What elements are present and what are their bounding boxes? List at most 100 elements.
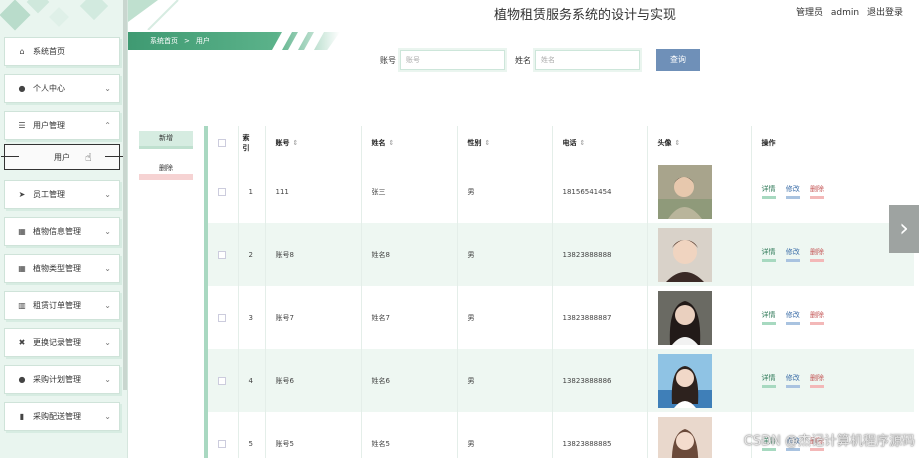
grid-icon: ▦ xyxy=(18,227,26,236)
edit-button[interactable]: 修改 xyxy=(785,247,800,262)
cell-avatar xyxy=(647,223,752,286)
sidebar-item-purchase-plan[interactable]: ● 采购计划管理 ⌄ xyxy=(4,365,120,394)
column-header-name[interactable]: 姓名 ⇕ xyxy=(361,126,458,160)
cell-gender: 男 xyxy=(457,286,553,349)
row-checkbox[interactable] xyxy=(218,439,226,448)
cell-name: 张三 xyxy=(361,160,458,223)
avatar[interactable] xyxy=(657,227,712,282)
breadcrumb-separator: > xyxy=(184,37,190,45)
cell-index: 2 xyxy=(238,223,266,286)
cell-account: 111 xyxy=(265,160,362,223)
select-all-checkbox[interactable] xyxy=(218,139,226,147)
avatar[interactable] xyxy=(657,290,712,345)
sidebar-item-users[interactable]: ☰ 用户管理 ⌃ xyxy=(4,111,120,140)
selection-line xyxy=(1,156,19,157)
account-input[interactable]: 账号 xyxy=(400,50,505,70)
breadcrumb-stripes xyxy=(272,32,324,50)
column-header-index: 索 引 xyxy=(238,126,266,160)
sidebar-item-label: 租赁订单管理 xyxy=(33,301,81,310)
cell-avatar xyxy=(647,349,752,412)
delete-row-button[interactable]: 删除 xyxy=(809,247,824,262)
chevron-right-icon[interactable]: › xyxy=(889,205,919,253)
breadcrumb-home[interactable]: 系统首页 xyxy=(150,36,178,46)
sidebar-item-plant-type[interactable]: ▦ 植物类型管理 ⌄ xyxy=(4,254,120,283)
chevron-down-icon: ⌄ xyxy=(104,412,111,421)
sort-icon[interactable]: ⇕ xyxy=(580,139,586,147)
sidebar-item-staff[interactable]: ➤ 员工管理 ⌄ xyxy=(4,180,120,209)
column-header-avatar[interactable]: 头像 ⇕ xyxy=(647,126,752,160)
sidebar-item-plant-info[interactable]: ▦ 植物信息管理 ⌄ xyxy=(4,217,120,246)
edit-button[interactable]: 修改 xyxy=(785,373,800,388)
sidebar-item-label: 采购配送管理 xyxy=(33,412,81,421)
cell-index: 5 xyxy=(238,412,266,458)
avatar[interactable] xyxy=(657,353,712,408)
chevron-down-icon: ⌄ xyxy=(104,227,111,236)
send-icon: ➤ xyxy=(18,190,26,199)
add-button[interactable]: 新增 xyxy=(139,131,193,149)
cell-index: 4 xyxy=(238,349,266,412)
row-checkbox[interactable] xyxy=(218,250,226,259)
sidebar-menu: ⌂ 系统首页 ● 个人中心 ⌄ ☰ 用户管理 ⌃ 用户 ☝ ➤ 员工管理 ⌄ ▦… xyxy=(1,37,123,439)
role-label: 管理员 xyxy=(796,8,824,18)
sidebar-item-label: 用户管理 xyxy=(33,121,65,130)
name-input[interactable]: 姓名 xyxy=(535,50,640,70)
column-header-gender[interactable]: 性别 ⇕ xyxy=(457,126,553,160)
sidebar-decoration xyxy=(0,0,127,36)
cell-phone: 13823888886 xyxy=(552,349,648,412)
sidebar-item-label: 更换记录管理 xyxy=(33,338,81,347)
detail-button[interactable]: 详情 xyxy=(761,310,776,325)
sidebar-subitem-user[interactable]: 用户 ☝ xyxy=(1,144,123,170)
avatar[interactable] xyxy=(657,164,712,219)
delete-row-button[interactable]: 删除 xyxy=(809,184,824,199)
chevron-down-icon: ⌄ xyxy=(104,301,111,310)
table-row[interactable]: 2 账号8 姓名8 男 13823888888 详情 修改 删除 xyxy=(208,223,914,286)
table-header: 索 引 账号 ⇕ 姓名 ⇕ 性别 ⇕ 电话 ⇕ 头像 ⇕ 操作 xyxy=(208,126,914,160)
edit-button[interactable]: 修改 xyxy=(785,310,800,325)
detail-button[interactable]: 详情 xyxy=(761,184,776,199)
sort-icon[interactable]: ⇕ xyxy=(485,139,491,147)
name-label: 姓名 xyxy=(515,55,531,65)
cell-gender: 男 xyxy=(457,223,553,286)
sidebar-item-purchase-delivery[interactable]: ▮ 采购配送管理 ⌄ xyxy=(4,402,120,431)
swap-icon: ✖ xyxy=(18,338,26,347)
sidebar-item-profile[interactable]: ● 个人中心 ⌄ xyxy=(4,74,120,103)
home-icon: ⌂ xyxy=(19,47,25,56)
detail-button[interactable]: 详情 xyxy=(761,373,776,388)
sort-icon[interactable]: ⇕ xyxy=(389,139,395,147)
username: admin xyxy=(830,8,860,18)
cell-actions: 详情 修改 删除 xyxy=(751,286,914,349)
cell-account: 账号6 xyxy=(265,349,362,412)
sort-icon[interactable]: ⇕ xyxy=(675,139,681,147)
delete-row-button[interactable]: 删除 xyxy=(809,373,824,388)
delete-row-button[interactable]: 删除 xyxy=(809,310,824,325)
avatar[interactable] xyxy=(657,416,712,458)
table-row[interactable]: 4 账号6 姓名6 男 13823888886 详情 修改 删除 xyxy=(208,349,914,412)
row-checkbox[interactable] xyxy=(218,187,226,196)
cell-phone: 13823888888 xyxy=(552,223,648,286)
column-header-account[interactable]: 账号 ⇕ xyxy=(265,126,362,160)
column-header-phone[interactable]: 电话 ⇕ xyxy=(552,126,648,160)
detail-button[interactable]: 详情 xyxy=(761,247,776,262)
delete-button[interactable]: 删除 xyxy=(139,162,193,180)
logout-link[interactable]: 退出登录 xyxy=(867,8,903,18)
cell-name: 姓名6 xyxy=(361,349,458,412)
table-row[interactable]: 1 111 张三 男 18156541454 详情 修改 删除 xyxy=(208,160,914,223)
chevron-up-icon: ⌃ xyxy=(104,121,111,130)
sidebar-item-rental-orders[interactable]: ▥ 租赁订单管理 ⌄ xyxy=(4,291,120,320)
sidebar-scrollbar[interactable] xyxy=(123,0,127,390)
grid-icon: ▦ xyxy=(18,264,26,273)
row-checkbox[interactable] xyxy=(218,376,226,385)
column-header-actions: 操作 xyxy=(751,126,914,160)
sort-icon[interactable]: ⇕ xyxy=(293,139,299,147)
table-row[interactable]: 3 账号7 姓名7 男 13823888887 详情 修改 删除 xyxy=(208,286,914,349)
edit-button[interactable]: 修改 xyxy=(785,184,800,199)
row-checkbox[interactable] xyxy=(218,313,226,322)
sidebar-item-home[interactable]: ⌂ 系统首页 xyxy=(4,37,120,66)
search-bar: 账号 账号 姓名 姓名 查询 xyxy=(380,49,700,71)
top-bar: 植物租赁服务系统的设计与实现 管理员 admin 退出登录 xyxy=(128,0,919,30)
sidebar-item-replace-records[interactable]: ✖ 更换记录管理 ⌄ xyxy=(4,328,120,357)
cell-name: 姓名8 xyxy=(361,223,458,286)
list-icon: ☰ xyxy=(18,121,26,130)
search-button[interactable]: 查询 xyxy=(656,49,700,71)
cell-gender: 男 xyxy=(457,349,553,412)
